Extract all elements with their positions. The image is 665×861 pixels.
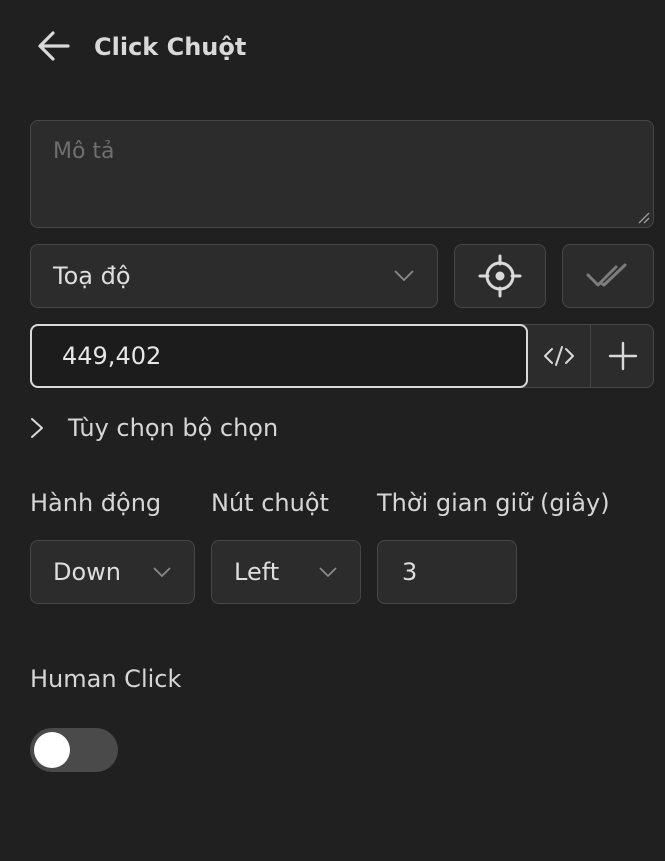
hold-time-input[interactable] (377, 540, 517, 604)
coordinate-type-select[interactable]: Toạ độ (30, 244, 438, 308)
plus-icon (608, 341, 638, 371)
mouse-button-value: Left (234, 558, 280, 586)
action-value: Down (53, 558, 122, 586)
selector-options-toggle[interactable]: Tùy chọn bộ chọn (30, 408, 278, 448)
mouse-button-select[interactable]: Left (211, 540, 361, 604)
add-button[interactable] (592, 324, 654, 388)
mouse-button-label: Nút chuột (211, 489, 329, 517)
pick-coordinate-button[interactable] (454, 244, 546, 308)
chevron-right-icon (31, 418, 43, 438)
chevron-down-icon (153, 567, 171, 578)
code-icon (544, 346, 574, 366)
human-click-toggle[interactable] (30, 728, 118, 772)
action-select[interactable]: Down (30, 540, 195, 604)
coordinate-type-value: Toạ độ (53, 262, 131, 290)
resize-handle-icon[interactable] (634, 208, 650, 224)
arrow-left-icon (38, 31, 70, 61)
hold-time-label: Thời gian giữ (giây) (377, 489, 610, 517)
toggle-knob (34, 732, 70, 768)
verify-button[interactable] (562, 244, 654, 308)
action-label: Hành động (30, 489, 162, 517)
crosshair-icon (478, 254, 522, 298)
code-variable-button[interactable] (528, 324, 591, 388)
human-click-label: Human Click (30, 665, 182, 693)
description-field[interactable] (30, 120, 654, 228)
selector-options-label: Tùy chọn bộ chọn (68, 414, 279, 442)
back-button[interactable] (34, 26, 74, 66)
double-check-icon (586, 263, 627, 287)
chevron-down-icon (319, 567, 337, 578)
chevron-down-icon (394, 270, 414, 282)
page-title: Click Chuột (94, 33, 247, 61)
coordinate-input[interactable] (30, 324, 528, 388)
